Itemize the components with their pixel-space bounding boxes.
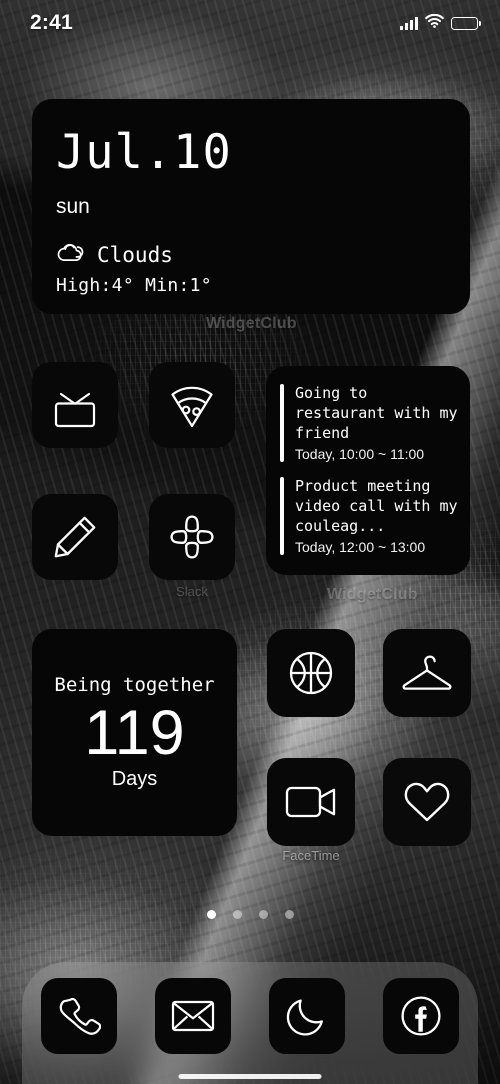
page-dot-2[interactable] bbox=[232, 910, 242, 919]
wifi-icon bbox=[425, 13, 444, 33]
page-dot-1[interactable] bbox=[206, 910, 216, 919]
basketball-icon bbox=[285, 647, 337, 699]
calendar-events-widget[interactable]: Going to restaurant with my friend Today… bbox=[266, 366, 470, 575]
page-dot-3[interactable] bbox=[258, 910, 268, 919]
heart-icon bbox=[401, 778, 453, 826]
app-icon-basketball[interactable] bbox=[267, 629, 355, 717]
facebook-icon bbox=[400, 995, 442, 1037]
dock bbox=[22, 962, 478, 1084]
tv-icon bbox=[49, 381, 101, 429]
app-icon-pizza[interactable] bbox=[149, 362, 235, 448]
page-indicator[interactable] bbox=[0, 910, 500, 919]
event-title: Product meeting video call with my coule… bbox=[295, 476, 458, 535]
home-indicator[interactable] bbox=[178, 1074, 322, 1079]
event-time: Today, 10:00 ~ 11:00 bbox=[295, 445, 425, 462]
status-bar: 2:41 bbox=[0, 0, 500, 46]
widget-weather-row: Clouds bbox=[56, 241, 470, 268]
day-counter-widget[interactable]: Being together 119 Days bbox=[32, 629, 237, 836]
dock-icon-facebook[interactable] bbox=[383, 978, 459, 1054]
date-weather-widget[interactable]: Jul.10 sun Clouds High:4° Min:1° bbox=[32, 99, 470, 314]
cloud-icon bbox=[56, 241, 88, 268]
pencil-icon bbox=[50, 512, 100, 562]
app-icon-tv[interactable] bbox=[32, 362, 118, 448]
counter-title: Being together bbox=[54, 673, 215, 696]
event-accent-bar bbox=[280, 384, 284, 462]
page-dot-4[interactable] bbox=[284, 910, 294, 919]
app-icon-slack[interactable] bbox=[149, 494, 235, 580]
battery-icon bbox=[451, 16, 481, 30]
signal-bars-icon bbox=[400, 16, 418, 30]
widget-temperature: High:4° Min:1° bbox=[56, 275, 212, 296]
event-item[interactable]: Product meeting video call with my coule… bbox=[266, 476, 470, 555]
app-icon-health[interactable] bbox=[383, 758, 471, 846]
counter-number: 119 bbox=[84, 697, 185, 768]
app-icon-wardrobe[interactable] bbox=[383, 629, 471, 717]
dock-icon-phone[interactable] bbox=[41, 978, 117, 1054]
app-icon-facetime[interactable] bbox=[267, 758, 355, 846]
home-screen: 2:41 Jul.10 sun Clouds High:4° Min:1° Wi… bbox=[0, 0, 500, 1084]
dock-icon-sleep[interactable] bbox=[269, 978, 345, 1054]
widget-date: Jul.10 bbox=[56, 125, 232, 180]
event-item[interactable]: Going to restaurant with my friend Today… bbox=[266, 384, 470, 462]
moon-icon bbox=[286, 995, 328, 1037]
widget-weekday: sun bbox=[56, 195, 90, 218]
event-time: Today, 12:00 ~ 13:00 bbox=[295, 538, 426, 555]
app-icon-notes[interactable] bbox=[32, 494, 118, 580]
slack-icon bbox=[167, 512, 217, 562]
status-bar-indicators bbox=[400, 13, 481, 33]
phone-icon bbox=[57, 994, 101, 1038]
counter-unit: Days bbox=[111, 768, 158, 791]
pizza-icon bbox=[166, 379, 218, 431]
dock-icon-mail[interactable] bbox=[155, 978, 231, 1054]
event-accent-bar bbox=[280, 476, 284, 555]
mail-icon bbox=[171, 999, 215, 1033]
video-camera-icon bbox=[284, 783, 338, 821]
status-bar-clock: 2:41 bbox=[30, 11, 73, 34]
event-title: Going to restaurant with my friend bbox=[295, 384, 458, 442]
hanger-icon bbox=[400, 651, 454, 695]
widget-weather-description: Clouds bbox=[97, 242, 173, 267]
